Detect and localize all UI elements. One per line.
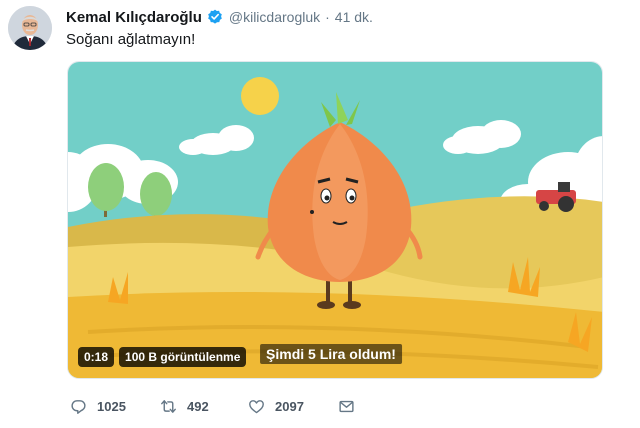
tweet-timestamp[interactable]: 41 dk. [335, 9, 373, 25]
like-button[interactable]: 2097 [248, 398, 304, 415]
video-view-count: 100 B görüntülenme [119, 347, 247, 367]
tweet-header: Kemal Kılıçdaroğlu @kilicdarogluk · 41 d… [66, 7, 373, 27]
reply-button[interactable]: 1025 [70, 398, 126, 415]
video-subtitle: Şimdi 5 Lira oldum! [260, 344, 402, 364]
tweet-text: Soğanı ağlatmayın! [66, 31, 196, 48]
author-handle[interactable]: @kilicdarogluk [229, 9, 320, 25]
tweet[interactable]: Kemal Kılıçdaroğlu @kilicdarogluk · 41 d… [0, 0, 640, 428]
retweet-count: 492 [187, 398, 209, 414]
video-duration: 0:18 [78, 347, 115, 367]
separator-dot: · [325, 9, 330, 25]
retweet-icon [161, 399, 176, 413]
verified-badge-icon [207, 9, 223, 25]
video-badges: 0:18 100 B görüntülenme [78, 347, 247, 367]
retweet-button[interactable]: 492 [160, 398, 209, 415]
like-count: 2097 [275, 398, 304, 414]
author-name[interactable]: Kemal Kılıçdaroğlu [66, 9, 202, 26]
reply-icon [71, 399, 86, 414]
avatar[interactable] [8, 6, 52, 50]
video-player[interactable]: 0:18 100 B görüntülenme Şimdi 5 Lira old… [67, 61, 603, 379]
envelope-icon [339, 400, 354, 412]
heart-icon [249, 399, 264, 413]
reply-count: 1025 [97, 398, 126, 414]
direct-message-button[interactable] [338, 398, 355, 415]
video-frame [68, 62, 602, 378]
